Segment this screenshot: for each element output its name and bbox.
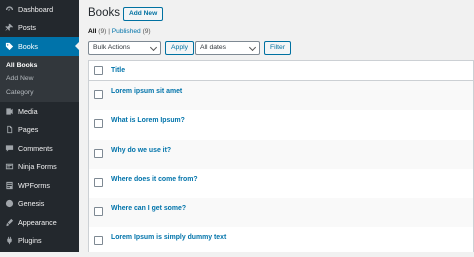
- main-content: Books Add New All (9) | Published (9) Bu…: [79, 0, 474, 252]
- dashboard-icon: [5, 5, 14, 14]
- books-table: Title Lorem ipsum sit amet What is Lorem…: [88, 60, 474, 252]
- row-checkbox[interactable]: [94, 90, 103, 99]
- row-title-link[interactable]: Lorem Ipsum is simply dummy text: [111, 234, 226, 241]
- menu-item-label: Comments: [18, 143, 53, 153]
- pages-icon: [5, 125, 14, 134]
- submenu-add-new[interactable]: Add New: [0, 72, 79, 86]
- menu-item-plugins[interactable]: Plugins: [0, 232, 79, 251]
- menu-item-books[interactable]: Books: [0, 37, 79, 56]
- row-title-link[interactable]: Where can I get some?: [111, 205, 186, 212]
- chevron-down-icon: [149, 43, 158, 52]
- filter-all-count: (9): [98, 28, 107, 35]
- status-filter-links: All (9) | Published (9): [88, 28, 151, 35]
- row-title-link[interactable]: Lorem ipsum sit amet: [111, 88, 182, 95]
- select-all-checkbox[interactable]: [94, 66, 103, 75]
- menu-item-wpforms[interactable]: WPForms: [0, 176, 79, 195]
- row-checkbox[interactable]: [94, 207, 103, 217]
- comments-icon: [5, 144, 14, 153]
- menu-item-label: Dashboard: [18, 4, 54, 14]
- filter-button[interactable]: Filter: [264, 41, 292, 55]
- filter-all-link[interactable]: All (9): [88, 28, 106, 35]
- media-icon: [5, 107, 14, 116]
- row-checkbox[interactable]: [94, 148, 103, 158]
- admin-sidebar: Dashboard Posts Books All Books Add New …: [0, 0, 79, 252]
- filter-published-link[interactable]: Published (9): [112, 28, 151, 35]
- menu-item-dashboard[interactable]: Dashboard: [0, 0, 79, 19]
- table-row: Why do we use it?: [89, 139, 473, 169]
- row-checkbox[interactable]: [94, 236, 103, 246]
- menu-item-label: Appearance: [18, 217, 57, 227]
- bulk-actions-select[interactable]: Bulk Actions: [88, 41, 161, 55]
- menu-item-label: Pages: [18, 125, 39, 135]
- submenu-category[interactable]: Category: [0, 86, 79, 100]
- pushpin-icon: [5, 23, 14, 32]
- table-body: Lorem ipsum sit amet What is Lorem Ipsum…: [89, 81, 473, 257]
- menu-item-label: Media: [18, 106, 38, 116]
- row-title-link[interactable]: What is Lorem Ipsum?: [111, 117, 185, 124]
- menu-item-label: Genesis: [18, 199, 45, 209]
- submenu-all-books[interactable]: All Books: [0, 59, 79, 73]
- filter-separator: |: [108, 28, 110, 35]
- appearance-icon: [5, 218, 14, 227]
- menu-item-label: Posts: [18, 23, 36, 33]
- tag-icon: [5, 42, 14, 51]
- column-title-header[interactable]: Title: [111, 67, 125, 74]
- menu-item-pages[interactable]: Pages: [0, 121, 79, 140]
- chevron-down-icon: [248, 43, 257, 52]
- menu-item-posts[interactable]: Posts: [0, 19, 79, 38]
- menu-item-genesis[interactable]: Genesis: [0, 195, 79, 214]
- filter-published-count: (9): [142, 28, 151, 35]
- table-row: Lorem ipsum sit amet: [89, 81, 473, 111]
- table-row: What is Lorem Ipsum?: [89, 110, 473, 139]
- menu-item-media[interactable]: Media: [0, 102, 79, 121]
- menu-item-label: Ninja Forms: [18, 162, 57, 172]
- wpforms-icon: [5, 181, 14, 190]
- filter-all-label: All: [88, 28, 97, 35]
- menu-item-label: WPForms: [18, 180, 50, 190]
- books-submenu: All Books Add New Category: [0, 55, 79, 102]
- table-row: Lorem Ipsum is simply dummy text: [89, 227, 473, 256]
- row-title-link[interactable]: Where does it come from?: [111, 176, 198, 183]
- date-filter-value: All dates: [200, 44, 227, 51]
- bulk-actions-value: Bulk Actions: [93, 44, 131, 51]
- apply-button[interactable]: Apply: [165, 41, 195, 55]
- menu-item-comments[interactable]: Comments: [0, 139, 79, 158]
- filter-published-label: Published: [111, 28, 141, 35]
- add-new-button[interactable]: Add New: [123, 7, 164, 21]
- menu-item-label: Plugins: [18, 236, 42, 246]
- ninja-forms-icon: [5, 162, 14, 171]
- genesis-icon: [5, 199, 14, 208]
- row-title-link[interactable]: Why do we use it?: [111, 147, 171, 154]
- table-row: Where does it come from?: [89, 169, 473, 198]
- page-title: Books: [88, 7, 120, 19]
- table-header: Title: [89, 61, 473, 81]
- date-filter-select[interactable]: All dates: [195, 41, 260, 55]
- menu-item-ninja-forms[interactable]: Ninja Forms: [0, 158, 79, 177]
- row-checkbox[interactable]: [94, 177, 103, 187]
- table-row: Where can I get some?: [89, 198, 473, 228]
- row-checkbox[interactable]: [94, 119, 103, 129]
- plugins-icon: [5, 236, 14, 245]
- menu-item-appearance[interactable]: Appearance: [0, 213, 79, 232]
- menu-item-label: Books: [18, 41, 38, 51]
